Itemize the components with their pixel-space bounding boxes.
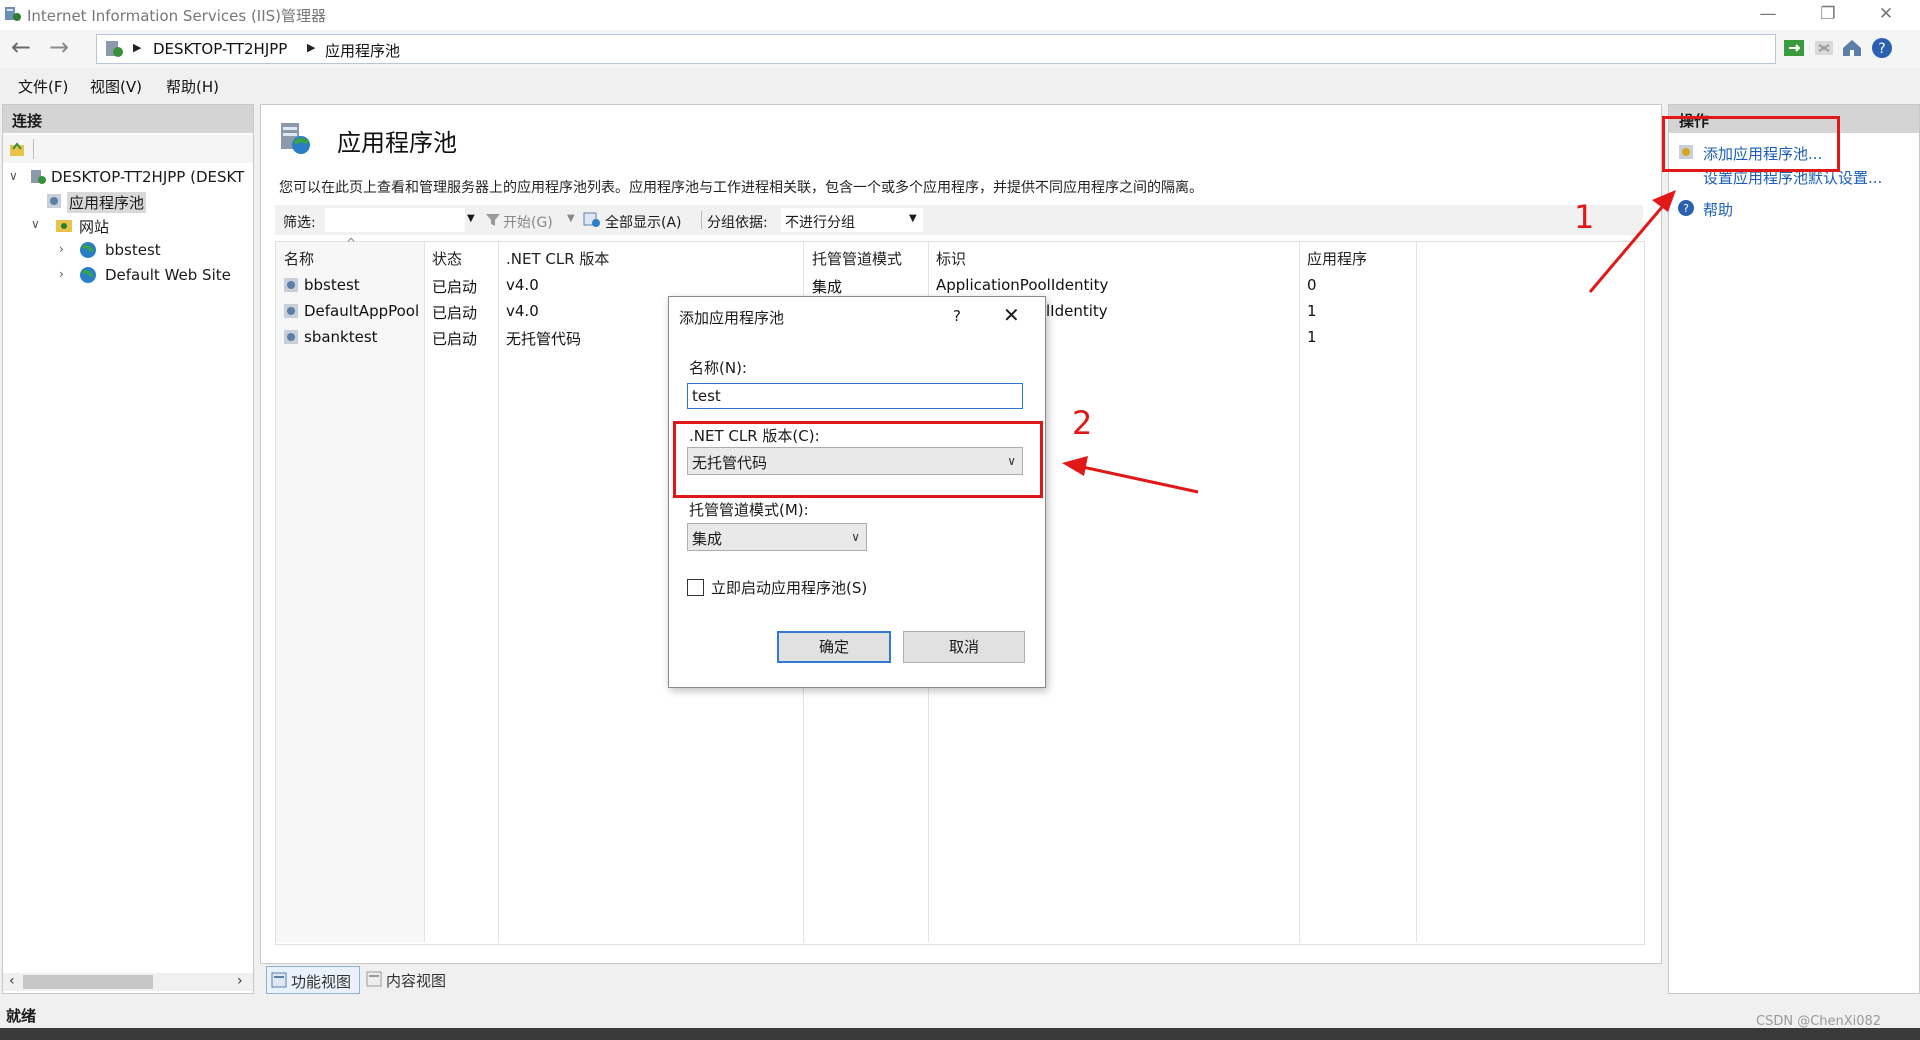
annotation-arrow-1	[1588, 199, 1670, 293]
annotation-arrowhead-2	[1062, 456, 1088, 476]
annotation-arrow-2	[1077, 464, 1199, 494]
iis-manager-window: Internet Information Services (IIS)管理器 —…	[0, 0, 1920, 1040]
annotation-arrows	[1062, 190, 1676, 494]
annotation-arrowhead-1	[1652, 190, 1676, 212]
